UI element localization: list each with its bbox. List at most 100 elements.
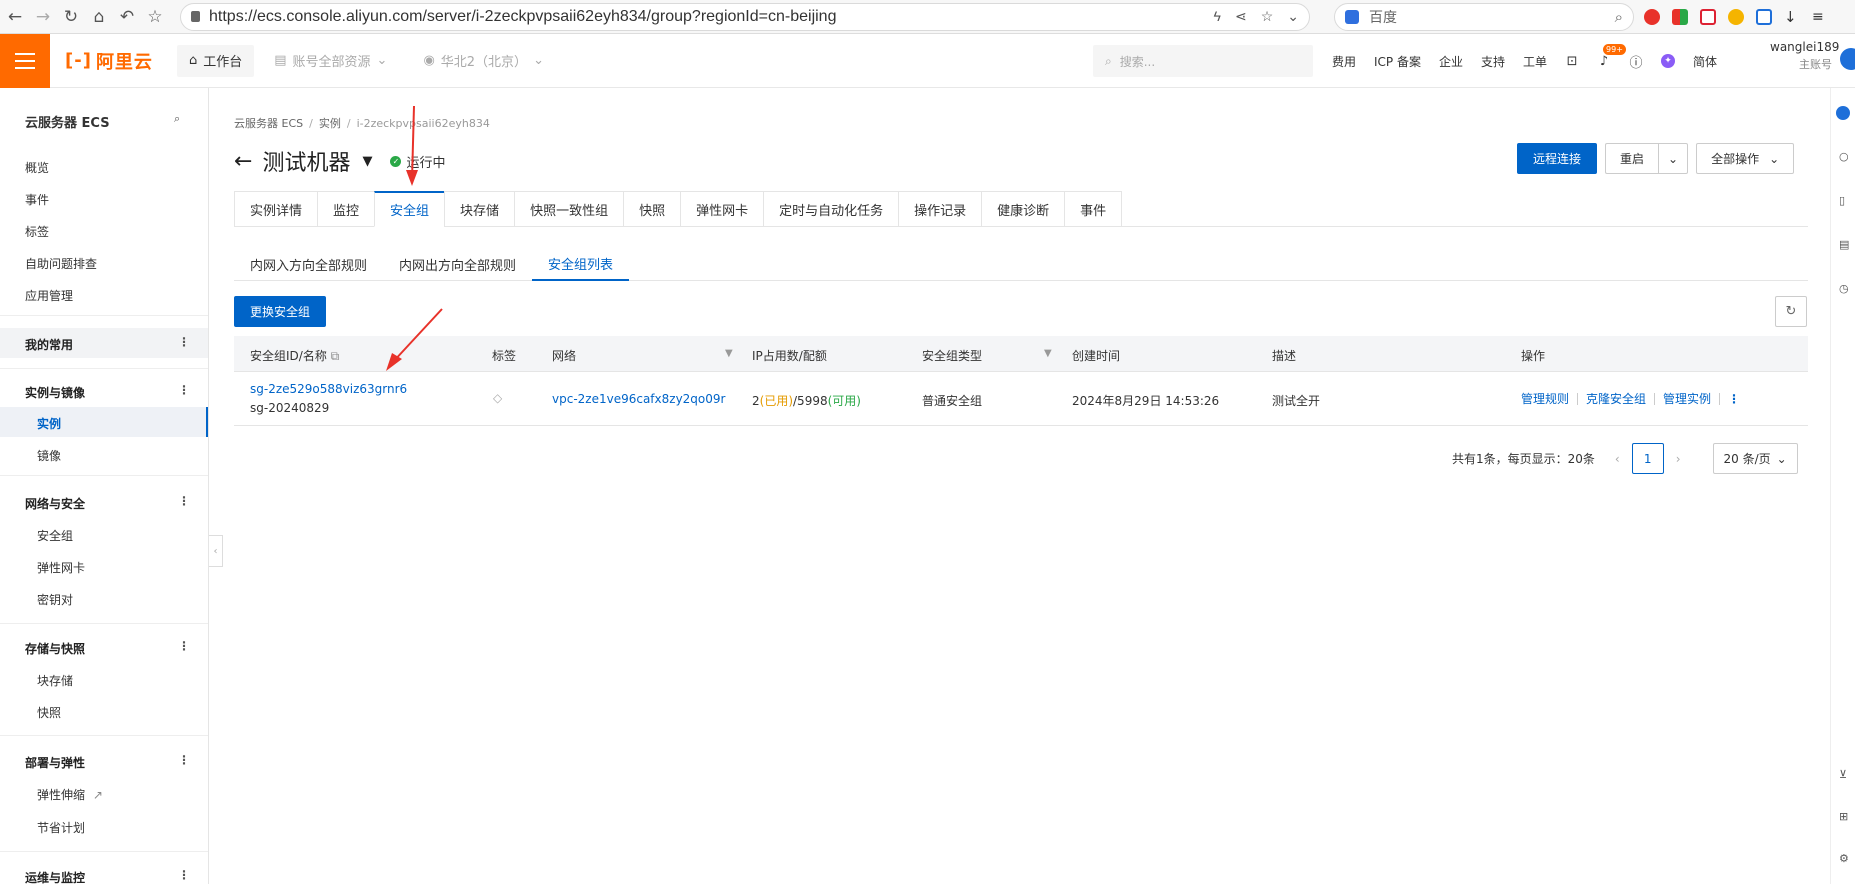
sidebar-item-troubleshoot[interactable]: 自助问题排查 <box>25 255 97 272</box>
sidebar-item-instances[interactable]: 实例 <box>37 415 61 432</box>
more-icon[interactable]: ⋮ <box>1728 392 1740 406</box>
clone-sg-link[interactable]: 克隆安全组 <box>1586 390 1646 407</box>
filter-icon[interactable]: ▼ <box>725 348 733 359</box>
menu-icon[interactable] <box>0 33 50 88</box>
search-icon[interactable]: ⌕ <box>1615 8 1623 26</box>
flash-icon[interactable]: ϟ <box>1214 8 1221 25</box>
sidebar-item-security-group[interactable]: 安全组 <box>37 527 73 544</box>
moon-icon[interactable] <box>1728 8 1744 25</box>
subtab-outbound-rules[interactable]: 内网出方向全部规则 <box>383 248 532 281</box>
chevron-down-icon[interactable]: ⌄ <box>1287 8 1299 25</box>
tab-monitoring[interactable]: 监控 <box>317 191 375 227</box>
sidebar-item-images[interactable]: 镜像 <box>37 447 61 464</box>
tab-snapshot[interactable]: 快照 <box>623 191 681 227</box>
sidebar-favorites[interactable]: 我的常用 <box>25 336 73 353</box>
subtab-security-group-list[interactable]: 安全组列表 <box>532 248 630 281</box>
sidebar-item-snapshot[interactable]: 快照 <box>37 704 61 721</box>
tab-block-storage[interactable]: 块存储 <box>444 191 515 227</box>
tab-operation-log[interactable]: 操作记录 <box>898 191 982 227</box>
page-number[interactable]: 1 <box>1631 443 1664 474</box>
bell-icon[interactable]: ♪ 99+ <box>1597 44 1626 69</box>
breadcrumb-instances[interactable]: 实例 <box>319 117 341 130</box>
all-operations-button[interactable]: 全部操作 ⌄ <box>1696 143 1795 174</box>
tab-security-group[interactable]: 安全组 <box>374 191 445 227</box>
link-ticket[interactable]: 工单 <box>1523 53 1547 70</box>
clock-icon[interactable]: ◷ <box>1839 282 1849 295</box>
copy-icon[interactable]: ⧉ <box>331 349 340 363</box>
list-icon[interactable]: ▤ <box>1839 238 1849 251</box>
chat-icon[interactable]: ○ <box>1839 150 1849 163</box>
region-selector[interactable]: ◉ 华北2（北京） ⌄ <box>423 51 544 70</box>
tab-events[interactable]: 事件 <box>1064 191 1123 227</box>
remote-connect-button[interactable]: 远程连接 <box>1517 143 1598 174</box>
document-icon[interactable]: ▯ <box>1839 194 1845 207</box>
aliyun-logo[interactable]: [-] 阿里云 <box>65 48 153 74</box>
undo-icon[interactable]: ↶ <box>114 4 140 30</box>
cart-icon[interactable]: ⊻ <box>1839 768 1847 781</box>
forward-icon[interactable]: → <box>30 4 56 30</box>
filter-icon[interactable]: ▼ <box>1044 348 1052 359</box>
resource-selector[interactable]: ▤ 账号全部资源 ⌄ <box>274 51 387 70</box>
vpc-link[interactable]: vpc-2ze1ve96cafx8zy2qo09r <box>552 392 725 406</box>
restart-dropdown[interactable]: ⌄ <box>1658 143 1689 174</box>
link-support[interactable]: 支持 <box>1481 53 1505 70</box>
sidebar-group-ops[interactable]: 运维与监控 <box>25 869 85 884</box>
link-billing[interactable]: 费用 <box>1332 53 1356 70</box>
back-icon[interactable]: ← <box>2 4 28 30</box>
sidebar-item-autoscaling[interactable]: 弹性伸缩 ↗ <box>37 786 103 803</box>
ai-assistant-icon[interactable]: ✦ <box>1661 54 1676 68</box>
prev-page-icon[interactable]: ‹ <box>1615 452 1620 466</box>
more-icon[interactable]: ⋮ <box>178 335 190 349</box>
link-icp[interactable]: ICP 备案 <box>1374 53 1421 70</box>
star-icon[interactable]: ☆ <box>1261 8 1274 25</box>
breadcrumb-ecs[interactable]: 云服务器 ECS <box>234 117 303 130</box>
avatar[interactable] <box>1840 48 1855 70</box>
tab-scheduled-tasks[interactable]: 定时与自动化任务 <box>763 191 899 227</box>
sidebar-item-app-management[interactable]: 应用管理 <box>25 287 73 304</box>
back-arrow-icon[interactable]: ← <box>234 149 252 174</box>
link-enterprise[interactable]: 企业 <box>1439 53 1463 70</box>
bookmark-star-icon[interactable]: ☆ <box>142 4 168 30</box>
sidebar-group-deploy[interactable]: 部署与弹性 <box>25 754 85 771</box>
sidebar-item-keypair[interactable]: 密钥对 <box>37 591 73 608</box>
change-security-group-button[interactable]: 更换安全组 <box>234 296 327 327</box>
more-icon[interactable]: ⋮ <box>178 639 190 653</box>
extension-icon[interactable] <box>1644 8 1660 25</box>
browser-search-box[interactable]: 百度 ⌕ <box>1334 2 1634 31</box>
sidebar-item-block-storage[interactable]: 块存储 <box>37 672 73 689</box>
sidebar-item-eni[interactable]: 弹性网卡 <box>37 559 85 576</box>
refresh-icon[interactable]: ↻ <box>1775 296 1807 327</box>
help-icon[interactable]: ⓘ <box>1629 54 1643 71</box>
settings-icon[interactable]: ⚙ <box>1839 852 1849 865</box>
next-page-icon[interactable]: › <box>1676 452 1681 466</box>
pdf-icon[interactable] <box>1700 8 1716 25</box>
more-icon[interactable]: ⋮ <box>178 383 190 397</box>
more-icon[interactable]: ⋮ <box>178 494 190 508</box>
workbench-button[interactable]: ⌂ 工作台 <box>176 44 255 77</box>
sidebar-collapse-icon[interactable]: ‹ <box>209 535 223 567</box>
download-icon[interactable]: ↓ <box>1784 9 1800 25</box>
sidebar-group-network[interactable]: 网络与安全 <box>25 495 85 512</box>
sidebar-group-storage[interactable]: 存储与快照 <box>25 640 85 657</box>
share-icon[interactable]: ⋖ <box>1235 8 1247 25</box>
language-switch[interactable]: 简体 <box>1693 53 1717 70</box>
user-menu[interactable]: wanglei189 主账号 <box>1770 40 1839 72</box>
tab-instance-details[interactable]: 实例详情 <box>234 191 318 227</box>
extension-icon[interactable] <box>1672 8 1688 25</box>
more-icon[interactable]: ⋮ <box>178 753 190 767</box>
subtab-inbound-rules[interactable]: 内网入方向全部规则 <box>234 248 383 281</box>
tab-health-diagnosis[interactable]: 健康诊断 <box>981 191 1065 227</box>
caret-down-icon[interactable]: ▼ <box>362 154 372 169</box>
tab-snapshot-consistency[interactable]: 快照一致性组 <box>514 191 624 227</box>
sidebar-item-savings-plan[interactable]: 节省计划 <box>37 819 85 836</box>
search-icon[interactable]: ⌕ <box>174 112 180 126</box>
sidebar-item-overview[interactable]: 概览 <box>25 159 49 176</box>
manage-rules-link[interactable]: 管理规则 <box>1521 390 1569 407</box>
assistant-icon[interactable] <box>1836 106 1850 120</box>
terminal-icon[interactable]: ⊡ <box>1565 54 1579 69</box>
address-bar[interactable]: https://ecs.console.aliyun.com/server/i-… <box>180 2 1310 31</box>
reload-icon[interactable]: ↻ <box>58 4 84 30</box>
crop-icon[interactable] <box>1756 8 1772 25</box>
tab-eni[interactable]: 弹性网卡 <box>680 191 764 227</box>
sidebar-item-tags[interactable]: 标签 <box>25 223 49 240</box>
